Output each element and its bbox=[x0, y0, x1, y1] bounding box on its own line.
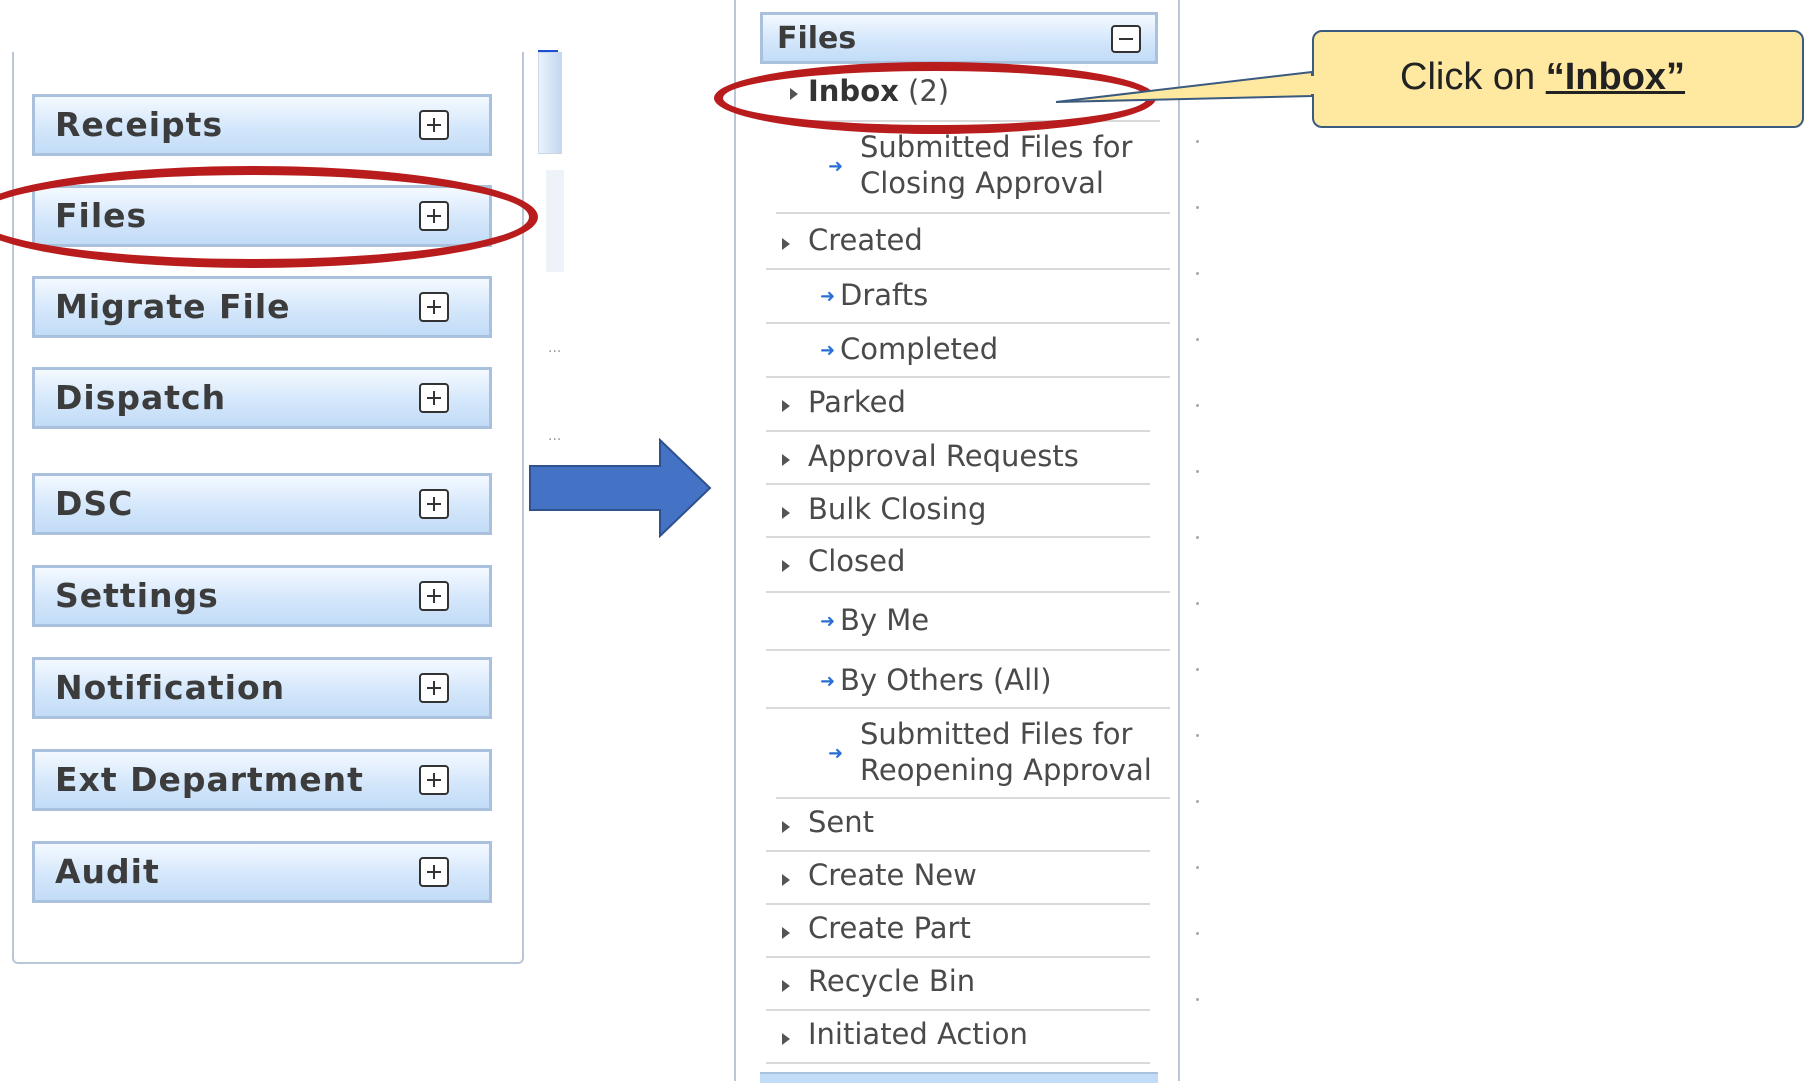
menu-label: Ext Department bbox=[55, 760, 364, 799]
triangle-right-icon bbox=[782, 927, 790, 939]
item-label: Create New bbox=[808, 858, 977, 892]
tree-item-inbox[interactable]: Inbox (2) bbox=[776, 64, 1160, 122]
tree-item-submitted-closing[interactable]: ➜ Submitted Files for Closing Approval bbox=[776, 122, 1170, 214]
menu-settings[interactable]: Settings bbox=[32, 565, 492, 627]
item-label: Bulk Closing bbox=[808, 492, 987, 526]
inbox-count: (2) bbox=[908, 74, 950, 108]
item-label-line1: Submitted Files for bbox=[860, 130, 1133, 164]
tree-item-sent[interactable]: Sent bbox=[766, 799, 1150, 852]
plus-icon[interactable] bbox=[419, 110, 449, 140]
item-label-line2: Closing Approval bbox=[860, 166, 1104, 200]
menu-notification[interactable]: Notification bbox=[32, 657, 492, 719]
triangle-right-icon bbox=[782, 1033, 790, 1045]
tree-item-closed[interactable]: Closed bbox=[766, 538, 1170, 593]
item-label: Recycle Bin bbox=[808, 964, 976, 998]
item-label: Parked bbox=[808, 385, 906, 419]
plus-icon[interactable] bbox=[419, 383, 449, 413]
plus-icon[interactable] bbox=[419, 581, 449, 611]
menu-migrate-file[interactable]: Migrate File bbox=[32, 276, 492, 338]
triangle-right-icon bbox=[782, 454, 790, 466]
menu-dispatch[interactable]: Dispatch bbox=[32, 367, 492, 429]
item-label: Sent bbox=[808, 805, 875, 839]
blue-arrow-icon: ➜ bbox=[828, 743, 844, 764]
menu-label: Settings bbox=[55, 576, 219, 615]
tree-item-by-others[interactable]: ➜ By Others (All) bbox=[766, 651, 1170, 709]
plus-icon[interactable] bbox=[419, 201, 449, 231]
item-label: Inbox bbox=[808, 74, 899, 108]
tree-item-bulk-closing[interactable]: Bulk Closing bbox=[766, 485, 1150, 538]
plus-icon[interactable] bbox=[419, 489, 449, 519]
triangle-right-icon bbox=[782, 874, 790, 886]
panel-footer-bar bbox=[760, 1072, 1158, 1083]
tree-item-create-new[interactable]: Create New bbox=[766, 852, 1150, 905]
item-label: Closed bbox=[808, 544, 906, 578]
plus-icon[interactable] bbox=[419, 765, 449, 795]
tree-item-approval-requests[interactable]: Approval Requests bbox=[766, 432, 1150, 485]
menu-label: Files bbox=[55, 196, 148, 235]
blue-arrow-icon: ➜ bbox=[828, 156, 844, 177]
triangle-right-icon bbox=[782, 400, 790, 412]
item-label: By Others (All) bbox=[840, 663, 1052, 697]
item-label-line1: Submitted Files for bbox=[860, 717, 1133, 751]
blue-arrow-icon: ➜ bbox=[820, 611, 836, 632]
tree-item-created[interactable]: Created bbox=[766, 214, 1170, 270]
tree-item-completed[interactable]: ➜ Completed bbox=[766, 324, 1170, 378]
callout-target: “Inbox” bbox=[1545, 56, 1686, 98]
item-label-line2: Reopening Approval bbox=[860, 753, 1152, 787]
menu-label: Notification bbox=[55, 668, 286, 707]
triangle-right-icon bbox=[782, 821, 790, 833]
tree-item-drafts[interactable]: ➜ Drafts bbox=[766, 270, 1170, 324]
dotted-divider bbox=[1196, 140, 1200, 1040]
blue-arrow-icon: ➜ bbox=[820, 671, 836, 692]
item-label: Create Part bbox=[808, 911, 971, 945]
triangle-right-icon bbox=[782, 560, 790, 572]
menu-label: Receipts bbox=[55, 105, 224, 144]
plus-icon[interactable] bbox=[419, 292, 449, 322]
plus-icon[interactable] bbox=[419, 857, 449, 887]
tree-item-initiated-action[interactable]: Initiated Action bbox=[766, 1011, 1150, 1064]
tree-item-submitted-reopening[interactable]: ➜ Submitted Files for Reopening Approval bbox=[776, 709, 1170, 799]
menu-label: Migrate File bbox=[55, 287, 291, 326]
tree-item-parked[interactable]: Parked bbox=[766, 378, 1150, 432]
item-label: Drafts bbox=[840, 278, 929, 312]
menu-dsc[interactable]: DSC bbox=[32, 473, 492, 535]
right-arrow-icon bbox=[529, 438, 712, 538]
scrollbar[interactable] bbox=[538, 52, 562, 154]
menu-receipts[interactable]: Receipts bbox=[32, 94, 492, 156]
item-label: Completed bbox=[840, 332, 999, 366]
triangle-right-icon bbox=[782, 238, 790, 250]
tree-item-recycle-bin[interactable]: Recycle Bin bbox=[766, 958, 1150, 1011]
minus-icon[interactable] bbox=[1111, 25, 1141, 53]
menu-label: Audit bbox=[55, 852, 160, 891]
tree-item-by-me[interactable]: ➜ By Me bbox=[766, 593, 1170, 651]
item-label: Created bbox=[808, 223, 923, 257]
instruction-callout: Click on “Inbox” bbox=[1312, 30, 1804, 128]
content-edge bbox=[546, 170, 564, 272]
menu-label: DSC bbox=[55, 484, 134, 523]
blue-arrow-icon: ➜ bbox=[820, 286, 836, 307]
ellipsis: ... bbox=[548, 340, 562, 356]
menu-label: Dispatch bbox=[55, 378, 227, 417]
tree-item-create-part[interactable]: Create Part bbox=[766, 905, 1150, 958]
menu-ext-department[interactable]: Ext Department bbox=[32, 749, 492, 811]
triangle-right-icon bbox=[790, 88, 798, 100]
item-label: Initiated Action bbox=[808, 1017, 1028, 1051]
files-header[interactable]: Files bbox=[760, 12, 1158, 64]
item-label: Approval Requests bbox=[808, 439, 1079, 473]
files-header-label: Files bbox=[777, 21, 857, 56]
files-panel: Files Inbox (2) ➜ Submitted Files for Cl… bbox=[734, 0, 1180, 1083]
item-label: By Me bbox=[840, 603, 930, 637]
plus-icon[interactable] bbox=[419, 673, 449, 703]
menu-audit[interactable]: Audit bbox=[32, 841, 492, 903]
blue-arrow-icon: ➜ bbox=[820, 340, 836, 361]
triangle-right-icon bbox=[782, 507, 790, 519]
callout-prefix: Click on bbox=[1400, 56, 1546, 98]
menu-files[interactable]: Files bbox=[32, 185, 492, 247]
triangle-right-icon bbox=[782, 980, 790, 992]
